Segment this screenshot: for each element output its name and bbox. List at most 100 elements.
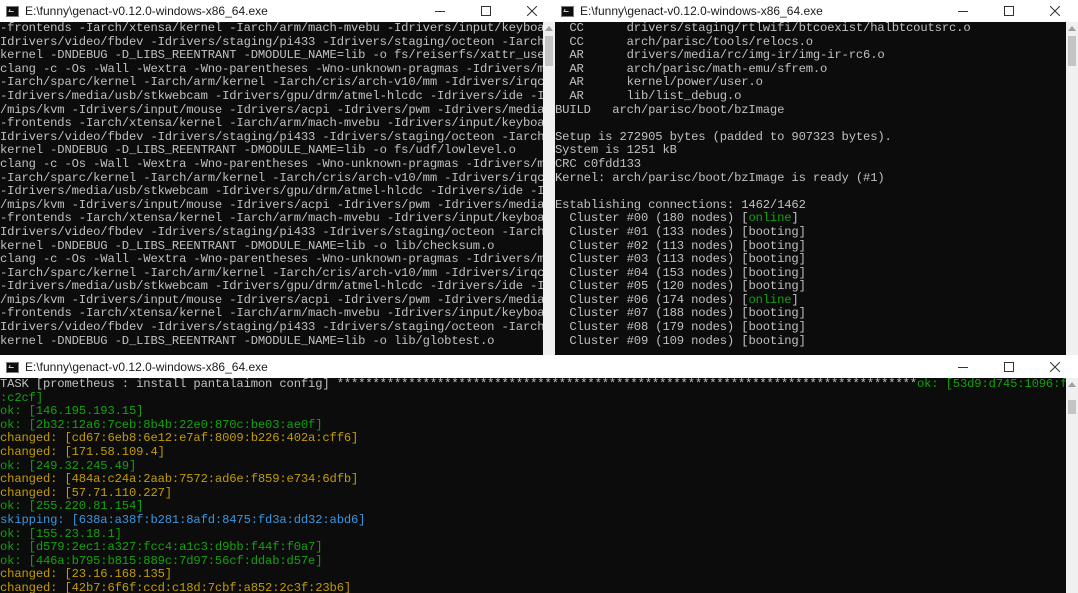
maximize-button[interactable] xyxy=(986,0,1032,22)
vertical-scrollbar[interactable] xyxy=(1066,22,1078,355)
terminal-line: CRC c0fdd133 xyxy=(555,156,641,171)
cluster-label: Cluster #09 (109 nodes) xyxy=(555,333,742,348)
close-icon xyxy=(1050,362,1060,372)
console-app-icon xyxy=(6,361,19,373)
task-header-text: TASK [prometheus : install pantalaimon c… xyxy=(0,378,337,391)
cluster-status-line: Cluster #02 (113 nodes) [booting] xyxy=(555,239,1066,254)
terminal-line: clang -c -Os -Wall -Wextra -Wno-parenthe… xyxy=(0,61,543,76)
cluster-status-line: Cluster #00 (180 nodes) [online] xyxy=(555,212,1066,226)
console-app-icon xyxy=(6,5,19,17)
task-result-skipping: skipping: [638a:a38f:b281:8afd:8475:fd3a… xyxy=(0,512,366,527)
scroll-up-arrow-icon[interactable] xyxy=(545,26,553,31)
close-icon xyxy=(1050,6,1060,16)
minimize-button[interactable] xyxy=(940,356,986,378)
terminal-output[interactable]: TASK [prometheus : install pantalaimon c… xyxy=(0,378,1066,593)
cluster-status: booting xyxy=(748,320,799,335)
terminal-line: -Iarch/sparc/kernel -Iarch/arm/kernel -I… xyxy=(0,170,543,185)
bracket-close: ] xyxy=(798,224,806,239)
maximize-button[interactable] xyxy=(986,356,1032,378)
cluster-status-line: Cluster #04 (153 nodes) [booting] xyxy=(555,265,1066,281)
scrollbar-thumb[interactable] xyxy=(545,36,553,66)
terminal-line: /mips/kvm -Idrivers/input/mouse -Idriver… xyxy=(0,292,543,307)
task-result-ok: ok: [255.220.81.154] xyxy=(0,499,144,514)
task-header-stars: ****************************************… xyxy=(336,378,917,391)
task-result-changed: changed: [cd67:6eb8:6e12:e7af:8009:b226:… xyxy=(0,431,359,446)
cluster-label: Cluster #04 (153 nodes) xyxy=(555,265,742,280)
terminal-line: Idrivers/video/fbdev -Idrivers/staging/p… xyxy=(0,224,543,239)
terminal-line: AR arch/parisc/math-emu/sfrem.o xyxy=(555,61,828,76)
terminal-line: Idrivers/video/fbdev -Idrivers/staging/p… xyxy=(0,34,543,49)
terminal-line: kernel -DNDEBUG -D_LIBS_REENTRANT -DMODU… xyxy=(0,143,516,158)
console-app-icon xyxy=(561,5,574,17)
scrollbar-thumb[interactable] xyxy=(1068,36,1076,66)
bracket-close: ] xyxy=(798,320,806,335)
cluster-status: online xyxy=(748,211,792,226)
terminal-line: Idrivers/video/fbdev -Idrivers/staging/p… xyxy=(0,129,543,144)
cluster-label: Cluster #07 (188 nodes) xyxy=(555,306,742,321)
terminal-line: kernel -DNDEBUG -D_LIBS_REENTRANT -DMODU… xyxy=(0,333,495,348)
maximize-button[interactable] xyxy=(463,0,509,22)
cluster-label: Cluster #00 (180 nodes) xyxy=(555,211,742,226)
terminal-line: -frontends -Iarch/xtensa/kernel -Iarch/a… xyxy=(0,306,543,321)
cluster-status-line: Cluster #05 (120 nodes) [booting] xyxy=(555,279,1066,294)
task-result-ok: ok: [146.195.193.15] xyxy=(0,404,144,419)
task-result-changed: changed: [42b7:6f6f:ccd:c18d:7cbf:a852:2… xyxy=(0,580,352,593)
maximize-icon xyxy=(1004,6,1014,16)
terminal-line: clang -c -Os -Wall -Wextra -Wno-parenthe… xyxy=(0,156,543,171)
terminal-window-build-log[interactable]: E:\funny\genact-v0.12.0-windows-x86_64.e… xyxy=(0,0,555,355)
scrollbar-thumb[interactable] xyxy=(1068,400,1076,414)
cluster-status: booting xyxy=(748,265,799,280)
task-result-ok: ok: [249.32.245.49] xyxy=(0,458,137,473)
minimize-button[interactable] xyxy=(417,0,463,22)
bracket-close: ] xyxy=(798,265,806,280)
vertical-scrollbar[interactable] xyxy=(1066,378,1078,593)
close-button[interactable] xyxy=(1032,0,1078,22)
terminal-line: AR lib/list_debug.o xyxy=(555,88,742,103)
terminal-line: CC drivers/staging/rtlwifi/btcoexist/hal… xyxy=(555,22,971,35)
cluster-status: booting xyxy=(748,333,799,348)
terminal-line: CC arch/parisc/tools/relocs.o xyxy=(555,34,813,49)
terminal-line: Setup is 272905 bytes (padded to 907323 … xyxy=(555,129,892,144)
terminal-window-ansible[interactable]: E:\funny\genact-v0.12.0-windows-x86_64.e… xyxy=(0,356,1078,593)
terminal-line: kernel -DNDEBUG -D_LIBS_REENTRANT -DMODU… xyxy=(0,48,543,63)
cluster-status-line: Cluster #06 (174 nodes) [online] xyxy=(555,292,1066,308)
terminal-window-kernel-build[interactable]: E:\funny\genact-v0.12.0-windows-x86_64.e… xyxy=(555,0,1078,355)
cluster-status-line: Cluster #09 (109 nodes) [booting] xyxy=(555,333,1066,349)
cluster-status-line: Cluster #08 (179 nodes) [booting] xyxy=(555,320,1066,335)
minimize-button[interactable] xyxy=(940,0,986,22)
cluster-status-line: Cluster #07 (188 nodes) [booting] xyxy=(555,307,1066,321)
terminal-line: /mips/kvm -Idrivers/input/mouse -Idriver… xyxy=(0,197,543,212)
terminal-output[interactable]: -frontends -Iarch/xtensa/kernel -Iarch/a… xyxy=(0,22,543,355)
terminal-line: -Iarch/sparc/kernel -Iarch/arm/kernel -I… xyxy=(0,265,543,280)
task-result-changed: changed: [171.58.109.4] xyxy=(0,444,165,459)
vertical-scrollbar[interactable] xyxy=(543,22,555,355)
close-button[interactable] xyxy=(1032,356,1078,378)
close-button[interactable] xyxy=(509,0,555,22)
scroll-up-arrow-icon[interactable] xyxy=(1068,382,1076,387)
terminal-line: AR kernel/power/user.o xyxy=(555,75,763,90)
cluster-label: Cluster #01 (133 nodes) xyxy=(555,224,742,239)
title-bar[interactable]: E:\funny\genact-v0.12.0-windows-x86_64.e… xyxy=(0,356,1078,378)
bracket-close: ] xyxy=(798,333,806,348)
cluster-status: booting xyxy=(748,279,799,294)
terminal-line: /mips/kvm -Idrivers/input/mouse -Idriver… xyxy=(0,102,543,117)
terminal-line: -Iarch/sparc/kernel -Iarch/arm/kernel -I… xyxy=(0,75,543,90)
bracket-close: ] xyxy=(798,279,806,294)
minimize-icon xyxy=(958,11,968,12)
terminal-line: clang -c -Os -Wall -Wextra -Wno-parenthe… xyxy=(0,252,543,267)
bracket-close: ] xyxy=(791,292,799,307)
cluster-status: booting xyxy=(748,224,799,239)
terminal-line: -frontends -Iarch/xtensa/kernel -Iarch/a… xyxy=(0,116,543,131)
cluster-label: Cluster #03 (113 nodes) xyxy=(555,252,742,267)
title-bar[interactable]: E:\funny\genact-v0.12.0-windows-x86_64.e… xyxy=(0,0,555,22)
terminal-output[interactable]: CC drivers/staging/rtlwifi/btcoexist/hal… xyxy=(555,22,1066,355)
cluster-status-line: Cluster #03 (113 nodes) [booting] xyxy=(555,252,1066,267)
terminal-line: kernel -DNDEBUG -D_LIBS_REENTRANT -DMODU… xyxy=(0,238,495,253)
cluster-status: booting xyxy=(748,252,799,267)
terminal-line: AR drivers/media/rc/img-ir/img-ir-rc6.o xyxy=(555,48,885,63)
close-icon xyxy=(527,6,537,16)
scroll-up-arrow-icon[interactable] xyxy=(1068,26,1076,31)
title-bar[interactable]: E:\funny\genact-v0.12.0-windows-x86_64.e… xyxy=(555,0,1078,22)
